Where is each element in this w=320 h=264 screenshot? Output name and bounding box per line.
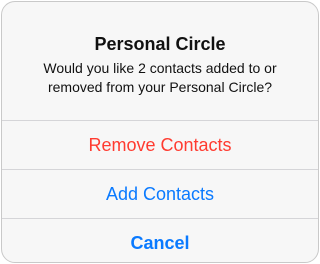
remove-contacts-button[interactable]: Remove Contacts (2, 121, 318, 169)
alert-message: Would you like 2 contacts added to or re… (43, 60, 277, 95)
alert-title: Personal Circle (94, 34, 226, 54)
alert-header: Personal Circle Would you like 2 contact… (2, 2, 318, 120)
cancel-button[interactable]: Cancel (2, 219, 318, 262)
add-contacts-button[interactable]: Add Contacts (2, 170, 318, 218)
alert-dialog: Personal Circle Would you like 2 contact… (1, 1, 319, 263)
